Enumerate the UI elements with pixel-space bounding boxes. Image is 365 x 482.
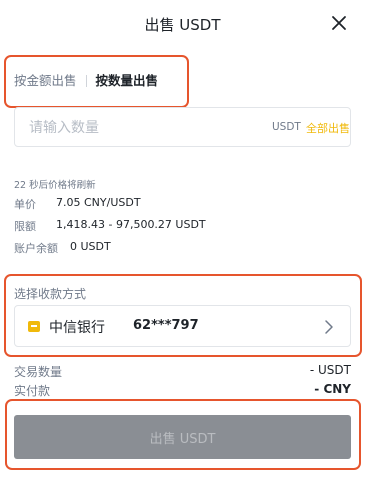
tab-sell-by-amount[interactable]: 按金额出售 xyxy=(14,72,77,90)
balance-label: 账户余额 xyxy=(14,242,58,255)
payout-row: 实付款 - CNY xyxy=(14,382,351,400)
price-refresh-note: 22 秒后价格将刷新 xyxy=(14,180,96,191)
payout-value: - CNY xyxy=(314,382,351,396)
quantity-unit: USDT xyxy=(272,121,301,133)
bank-name: 中信银行 xyxy=(49,320,105,336)
unit-price-value: 7.05 CNY/USDT xyxy=(56,196,141,209)
tab-sell-by-quantity[interactable]: 按数量出售 xyxy=(96,72,159,90)
payment-method-selector[interactable]: 中信银行 62***797 xyxy=(14,305,351,347)
bank-account-number: 62***797 xyxy=(133,318,199,333)
limit-label: 限额 xyxy=(14,220,36,233)
bank-card-icon xyxy=(28,321,40,332)
close-icon xyxy=(332,16,346,30)
chevron-right-icon xyxy=(325,320,333,334)
unit-price-label: 单价 xyxy=(14,198,36,211)
sell-mode-tabs: 按金额出售 按数量出售 xyxy=(14,72,158,90)
sell-usdt-button[interactable]: 出售 USDT xyxy=(14,415,351,459)
dialog-header: 出售 USDT xyxy=(0,0,365,48)
quantity-input[interactable] xyxy=(29,117,229,139)
unit-price-row: 单价 7.05 CNY/USDT xyxy=(14,196,141,212)
close-button[interactable] xyxy=(329,13,349,33)
dialog-title: 出售 USDT xyxy=(144,16,221,34)
balance-row: 账户余额 0 USDT xyxy=(14,240,111,256)
limit-row: 限额 1,418.43 - 97,500.27 USDT xyxy=(14,218,206,234)
payout-label: 实付款 xyxy=(14,384,51,398)
sell-all-link[interactable]: 全部出售 xyxy=(306,120,350,136)
trade-quantity-value: - USDT xyxy=(309,363,351,377)
limit-value: 1,418.43 - 97,500.27 USDT xyxy=(56,218,206,231)
trade-quantity-row: 交易数量 - USDT xyxy=(14,363,351,381)
tab-divider xyxy=(85,75,87,87)
trade-quantity-label: 交易数量 xyxy=(14,365,63,379)
payment-method-label: 选择收款方式 xyxy=(14,287,87,301)
balance-value: 0 USDT xyxy=(70,240,111,253)
quantity-input-box: USDT 全部出售 xyxy=(14,107,351,147)
